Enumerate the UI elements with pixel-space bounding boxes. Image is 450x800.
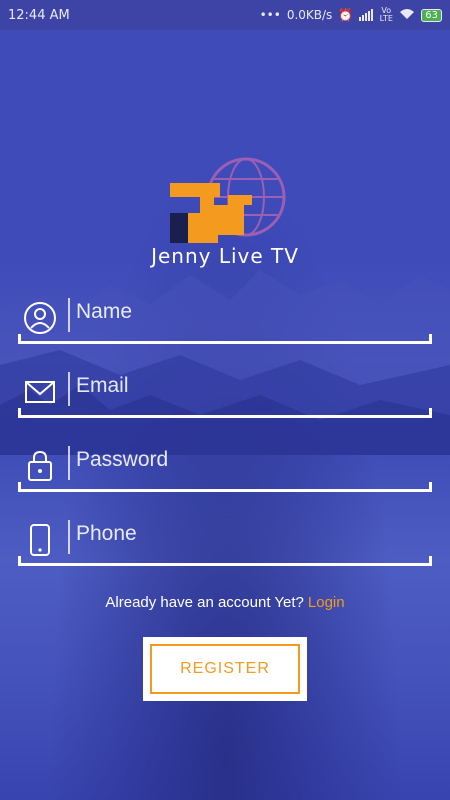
network-speed: 0.0KB/s: [286, 8, 333, 22]
login-link[interactable]: Login: [308, 594, 345, 611]
volte-icon: Vo LTE: [379, 6, 393, 23]
field-corner-right: [429, 408, 432, 418]
register-button[interactable]: REGISTER: [150, 644, 300, 694]
lock-icon: [28, 450, 52, 481]
field-underline: [18, 415, 432, 418]
field-corner-right: [429, 556, 432, 566]
login-prompt: Already have an account Yet? Login: [0, 594, 450, 611]
signal-icon: [359, 9, 374, 21]
field-separator: [68, 372, 70, 406]
field-corner-right: [429, 334, 432, 344]
name-input[interactable]: Name: [76, 300, 132, 324]
field-separator: [68, 446, 70, 480]
more-dots-icon: •••: [259, 8, 281, 22]
password-field[interactable]: Password: [18, 446, 432, 506]
status-icons: ••• 0.0KB/s ⏰ Vo LTE 63: [260, 7, 442, 23]
status-bar: 12:44 AM ••• 0.0KB/s ⏰ Vo LTE 63: [0, 0, 450, 30]
mail-icon: [25, 381, 55, 403]
phone-input[interactable]: Phone: [76, 522, 137, 546]
status-time: 12:44 AM: [8, 7, 70, 23]
name-field[interactable]: Name: [18, 298, 432, 358]
email-input[interactable]: Email: [76, 374, 129, 398]
battery-icon: 63: [421, 8, 442, 22]
field-underline: [18, 563, 432, 566]
field-separator: [68, 520, 70, 554]
phone-icon: [30, 524, 50, 556]
field-underline: [18, 489, 432, 492]
field-corner-right: [429, 482, 432, 492]
user-icon: [24, 302, 56, 334]
register-button-frame: REGISTER: [143, 637, 307, 701]
login-prompt-text: Already have an account Yet?: [105, 594, 304, 611]
phone-field[interactable]: Phone: [18, 520, 432, 580]
field-underline: [18, 341, 432, 344]
app-title: Jenny Live TV: [151, 244, 299, 268]
password-input[interactable]: Password: [76, 448, 168, 472]
email-field[interactable]: Email: [18, 372, 432, 432]
alarm-icon: ⏰: [338, 8, 354, 22]
field-separator: [68, 298, 70, 332]
wifi-icon: [399, 8, 415, 23]
